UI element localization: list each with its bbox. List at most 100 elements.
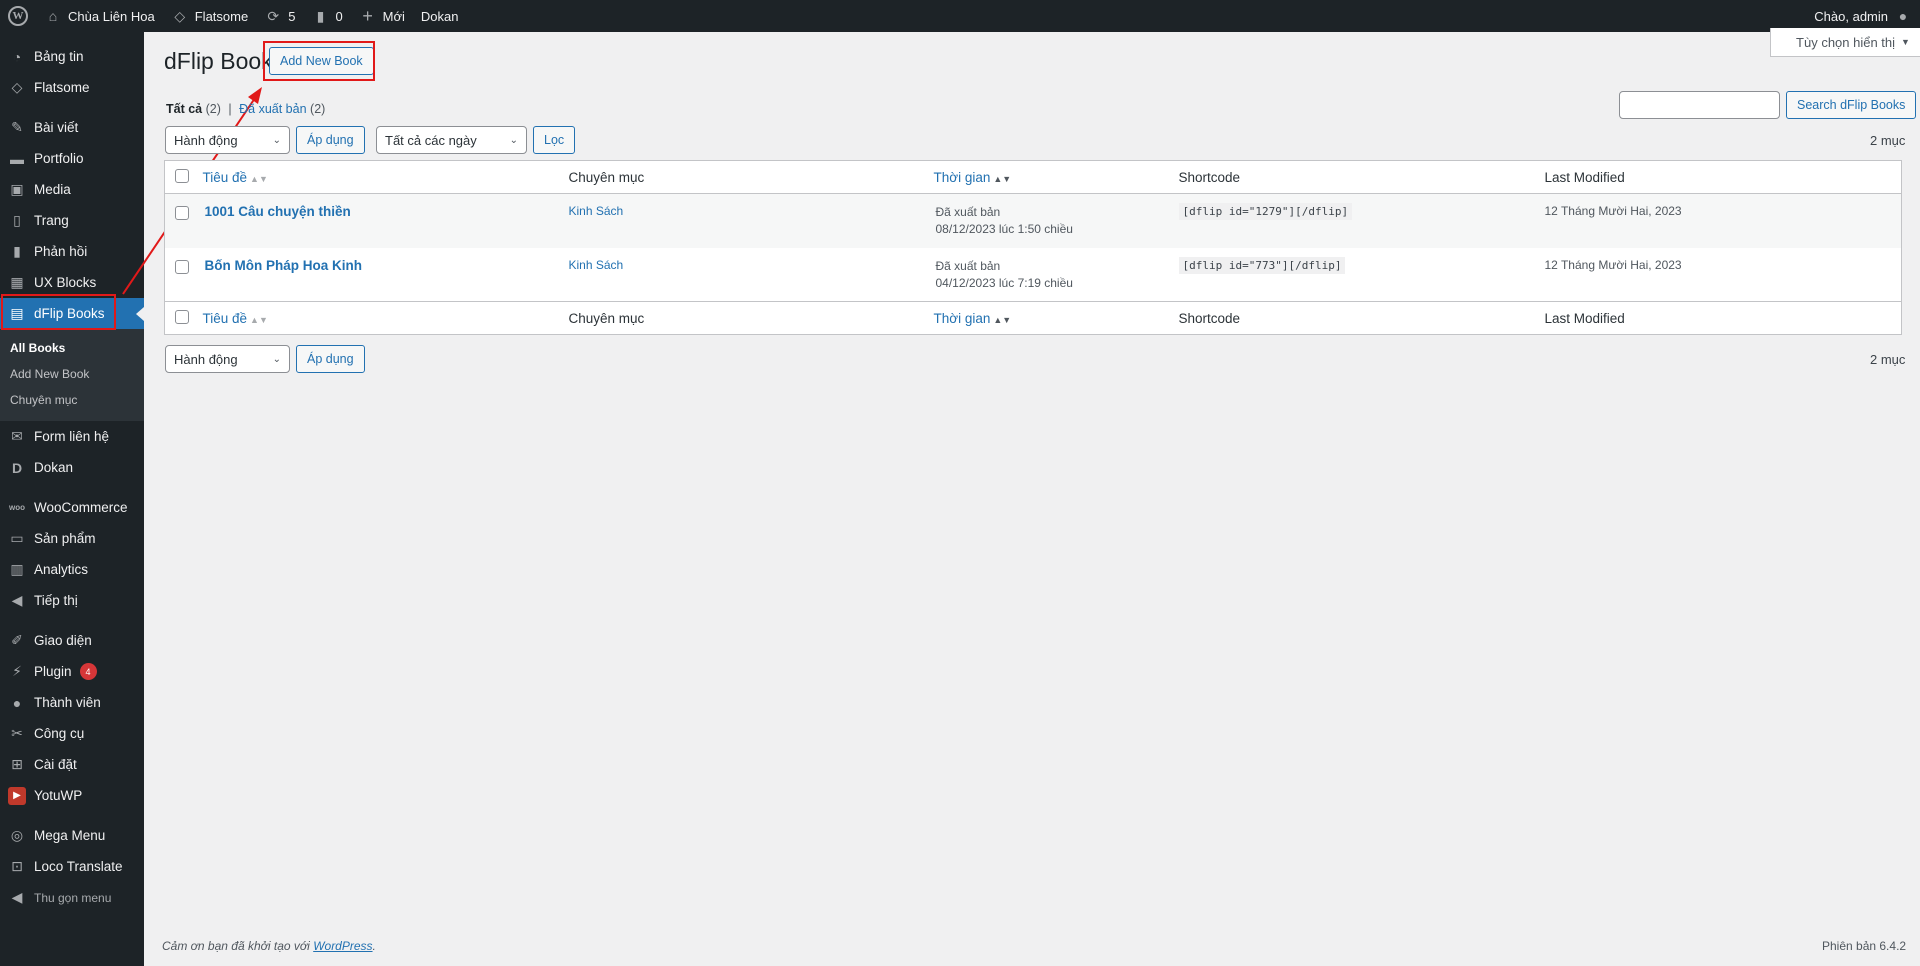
sidebar-item-portfolio[interactable]: ▬ Portfolio (0, 143, 144, 174)
greeting-label: Chào, admin (1814, 8, 1888, 24)
submenu-add-new-book[interactable]: Add New Book (0, 361, 144, 387)
row-category-link[interactable]: Kinh Sách (569, 258, 624, 272)
sidebar-item-posts[interactable]: ✎ Bài viết (0, 112, 144, 143)
bulk-action-select-bottom[interactable]: Hành động ⌄ (165, 345, 290, 373)
sidebar-item-tools[interactable]: ✂ Công cụ (0, 718, 144, 749)
sidebar-item-label: Trang (34, 213, 69, 228)
dokan-menu[interactable]: Dokan (413, 0, 467, 32)
view-all-link[interactable]: Tất cả (166, 102, 202, 116)
sidebar-item-label: Flatsome (34, 80, 90, 95)
sidebar-item-label: Analytics (34, 562, 89, 577)
comments-link[interactable]: ▮ 0 (303, 0, 350, 32)
bulk-action-value: Hành động (174, 351, 238, 367)
page-title: dFlip Book (164, 48, 273, 74)
sidebar-item-pages[interactable]: ▯ Trang (0, 205, 144, 236)
sidebar-item-media[interactable]: ▣ Media (0, 174, 144, 205)
select-all-checkbox-footer[interactable] (175, 309, 189, 324)
flatsome-icon: ◇ (11, 79, 23, 95)
refresh-icon: ⟳ (267, 7, 280, 24)
row-title-link[interactable]: 1001 Câu chuyện thiền (205, 204, 351, 219)
column-footer-date[interactable]: Thời gian ▲▼ (934, 302, 1179, 335)
column-footer-title[interactable]: Tiêu đề ▲▼ (203, 302, 569, 335)
row-checkbox[interactable] (175, 259, 189, 274)
new-content-menu[interactable]: + Mới (351, 0, 413, 32)
sidebar-item-dokan[interactable]: D Dokan (0, 452, 144, 483)
apply-button-top[interactable]: Áp dụng (296, 126, 365, 154)
row-title-link[interactable]: Bốn Môn Pháp Hoa Kinh (205, 258, 363, 273)
megamenu-icon: ◎ (10, 827, 24, 843)
submenu-categories[interactable]: Chuyên mục (0, 387, 144, 413)
theme-link[interactable]: ◇ Flatsome (163, 0, 256, 32)
row-status: Đã xuất bản (935, 258, 1001, 273)
sidebar-item-comments[interactable]: ▮ Phản hồi (0, 236, 144, 267)
sidebar-item-label: YotuWP (34, 788, 83, 803)
sidebar-item-analytics[interactable]: ▥ Analytics (0, 554, 144, 585)
sidebar-item-label: Bảng tin (34, 49, 84, 64)
row-category-link[interactable]: Kinh Sách (569, 204, 624, 218)
row-category-cell: Kinh Sách (569, 248, 934, 302)
column-header-title[interactable]: Tiêu đề ▲▼ (203, 161, 569, 194)
search-books-button[interactable]: Search dFlip Books (1786, 91, 1917, 119)
dflip-submenu: All Books Add New Book Chuyên mục (0, 329, 144, 421)
collapse-menu-button[interactable]: ◀ Thu gọn menu (0, 882, 144, 913)
submenu-all-books[interactable]: All Books (0, 335, 144, 361)
site-name-link[interactable]: ⌂ Chùa Liên Hoa (36, 0, 163, 32)
updates-count: 5 (288, 8, 296, 24)
view-published-count: (2) (310, 102, 326, 116)
view-all-count: (2) (205, 102, 221, 116)
column-date-label: Thời gian (933, 169, 991, 185)
updates-link[interactable]: ⟳ 5 (256, 0, 303, 32)
date-filter-value: Tất cả các ngày (385, 132, 477, 148)
caret-down-icon: ▼ (1901, 37, 1910, 47)
sidebar-item-contact-form[interactable]: ✉ Form liên hệ (0, 421, 144, 452)
view-published-link[interactable]: Đã xuất bản (239, 102, 306, 116)
apply-button-bottom[interactable]: Áp dụng (296, 345, 365, 373)
table-row: Bốn Môn Pháp Hoa Kinh Kinh Sách Đã xuất … (165, 248, 1902, 302)
sidebar-item-settings[interactable]: ⊞ Cài đặt (0, 749, 144, 780)
dokan-label: Dokan (420, 8, 459, 24)
media-icon: ▣ (10, 181, 24, 197)
sidebar-item-label: Công cụ (34, 726, 85, 741)
sidebar-item-users[interactable]: ● Thành viên (0, 687, 144, 718)
item-count-top: 2 mục (1870, 133, 1906, 148)
row-modified-cell: 12 Tháng Mười Hai, 2023 (1544, 204, 1682, 218)
select-all-checkbox[interactable] (175, 168, 189, 183)
sidebar-item-mega-menu[interactable]: ◎ Mega Menu (0, 820, 144, 851)
sidebar-item-products[interactable]: ▭ Sản phẩm (0, 523, 144, 554)
sidebar-item-marketing[interactable]: ◀ Tiếp thị (0, 585, 144, 616)
row-checkbox[interactable] (175, 206, 189, 220)
row-title-cell: Bốn Môn Pháp Hoa Kinh (203, 248, 569, 302)
sidebar-item-plugins[interactable]: ⚡ Plugin 4 (0, 656, 144, 687)
row-shortcode: [dflip id="773"][/dflip] (1178, 256, 1346, 274)
sort-icon: ▲▼ (993, 314, 1012, 325)
sidebar-item-loco-translate[interactable]: ⊡ Loco Translate (0, 851, 144, 882)
row-checkbox-cell (165, 248, 203, 302)
date-filter-select[interactable]: Tất cả các ngày ⌄ (376, 126, 527, 154)
bulk-action-select-top[interactable]: Hành động ⌄ (165, 126, 290, 154)
plugin-icon: ⚡ (12, 663, 22, 679)
wordpress-logo-menu[interactable]: W (0, 0, 36, 32)
sidebar-item-label: Phản hồi (34, 244, 88, 259)
megaphone-icon: ◀ (11, 592, 23, 608)
sidebar-item-woocommerce[interactable]: woo WooCommerce (0, 492, 144, 523)
site-name-label: Chùa Liên Hoa (68, 8, 155, 24)
screen-options-button[interactable]: Tùy chọn hiển thị ▼ (1770, 28, 1920, 57)
blocks-icon: ▦ (10, 274, 24, 290)
column-title-label: Tiêu đề (202, 169, 248, 185)
search-input[interactable] (1619, 91, 1780, 119)
sort-icon: ▲▼ (993, 173, 1012, 184)
table-row: 1001 Câu chuyện thiền Kinh Sách Đã xuất … (164, 193, 1902, 248)
sidebar-item-flatsome[interactable]: ◇ Flatsome (0, 72, 144, 103)
column-header-date[interactable]: Thời gian ▲▼ (934, 161, 1179, 194)
wordpress-link[interactable]: WordPress (313, 939, 372, 953)
new-label: Mới (382, 8, 405, 24)
sidebar-item-dashboard[interactable]: ◔ Bảng tin (0, 41, 144, 72)
row-shortcode: [dflip id="1279"][/dflip] (1178, 203, 1353, 220)
page-icon: ▯ (13, 212, 21, 228)
sidebar-item-yotuwp[interactable]: ▶ YotuWP (0, 780, 144, 811)
sidebar-item-appearance[interactable]: ✐ Giao diện (0, 625, 144, 656)
sort-icon: ▲▼ (250, 314, 268, 325)
sidebar-item-label: Form liên hệ (34, 429, 110, 444)
table-header-row: Tiêu đề ▲▼ Chuyên mục Thời gian ▲▼ Shortco… (164, 161, 1902, 194)
filter-button[interactable]: Lọc (533, 126, 576, 154)
